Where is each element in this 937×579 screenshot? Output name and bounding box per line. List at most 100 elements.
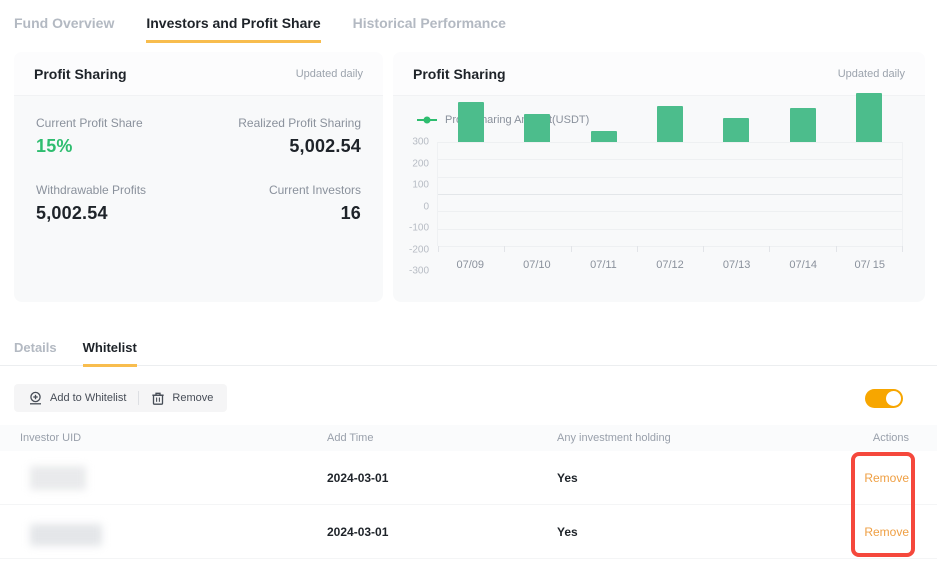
gridline [438,142,902,143]
x-axis-label: 07/10 [504,259,571,271]
gridline [438,229,902,230]
x-axis-tick [703,246,704,252]
add-to-whitelist-label: Add to Whitelist [50,392,126,404]
y-axis-tick-label: -200 [409,244,429,255]
whitelist-toggle[interactable] [865,389,903,408]
x-axis-tick [836,246,837,252]
tab-historical-performance[interactable]: Historical Performance [353,15,506,43]
toolbar-button-group: Add to Whitelist Remove [14,384,227,412]
x-axis-tick [637,246,638,252]
y-axis-tick-label: 0 [423,201,429,212]
stat-value: 5,002.54 [36,203,199,224]
chart-bar [790,108,816,142]
legend-line-dot-icon [417,116,437,124]
x-axis-label: 07/12 [637,259,704,271]
chart-card-title: Profit Sharing [413,66,506,82]
stats-card-header: Profit Sharing Updated daily [14,52,383,96]
chart-bar [524,114,550,142]
chart-yaxis: 3002001000-100-200-300 [403,142,437,271]
whitelist-toolbar: Add to Whitelist Remove [14,384,903,412]
investor-uid-cell [20,518,327,546]
bar-chart: 3002001000-100-200-300 07/0907/1007/1107… [403,142,903,271]
x-axis-tick [504,246,505,252]
stats-card-title: Profit Sharing [34,66,127,82]
redacted-uid [30,524,102,546]
column-header-add-time: Add Time [327,432,557,444]
stats-updated-badge: Updated daily [296,68,363,80]
chart-updated-badge: Updated daily [838,68,905,80]
remove-row-link[interactable]: Remove [851,525,909,539]
stat-current-investors: Current Investors 16 [199,183,362,224]
y-axis-tick-label: 200 [412,158,429,169]
table-header-row: Investor UID Add Time Any investment hol… [0,425,937,451]
stat-withdrawable-profits: Withdrawable Profits 5,002.54 [36,183,199,224]
stat-realized-profit-sharing: Realized Profit Sharing 5,002.54 [199,116,362,157]
chart-plot [437,142,903,246]
add-circle-icon [28,391,43,406]
x-axis-tick [438,246,439,252]
investor-uid-cell [20,466,327,490]
stat-current-profit-share: Current Profit Share 15% [36,116,199,157]
stat-value: 15% [36,136,199,157]
chart-bar [591,131,617,142]
y-axis-tick-label: -100 [409,223,429,234]
x-axis-label: 07/14 [770,259,837,271]
x-axis-label: 07/ 15 [836,259,903,271]
add-to-whitelist-button[interactable]: Add to Whitelist [16,391,138,406]
x-axis-tick [769,246,770,252]
chart-bar [657,106,683,142]
holding-cell: Yes [557,525,851,539]
y-axis-tick-label: -300 [409,266,429,277]
redacted-uid [30,466,86,490]
cards-row: Profit Sharing Updated daily Current Pro… [14,52,925,302]
gridline [438,194,902,195]
toggle-knob [886,391,901,406]
chart-plot-col: 07/0907/1007/1107/1207/1307/1407/ 15 [437,142,903,271]
tab-fund-overview[interactable]: Fund Overview [14,15,114,43]
top-tab-bar: Fund Overview Investors and Profit Share… [0,0,937,43]
stat-label: Current Profit Share [36,116,199,130]
gridline [438,159,902,160]
column-header-holding: Any investment holding [557,432,851,444]
page: { "top_tabs": { "items": [ { "label": "F… [0,0,937,579]
chart-bar [856,93,882,142]
stat-value: 5,002.54 [199,136,362,157]
tab-whitelist[interactable]: Whitelist [83,340,137,367]
chart-bar [458,102,484,142]
y-axis-tick-label: 300 [412,137,429,148]
gridline [438,177,902,178]
table-row: 2024-03-01 Yes Remove [0,505,937,559]
section-tab-bar: Details Whitelist [0,340,937,366]
x-axis-tick [902,246,903,252]
trash-icon [151,391,165,406]
x-axis-label: 07/09 [437,259,504,271]
profit-sharing-stats-card: Profit Sharing Updated daily Current Pro… [14,52,383,302]
stat-label: Realized Profit Sharing [199,116,362,130]
chart-xlabels: 07/0907/1007/1107/1207/1307/1407/ 15 [437,259,903,271]
stat-value: 16 [199,203,362,224]
remove-button-label: Remove [172,392,213,404]
column-header-actions: Actions [851,432,909,444]
tab-investors-profit-share[interactable]: Investors and Profit Share [146,15,320,43]
stat-label: Current Investors [199,183,362,197]
add-time-cell: 2024-03-01 [327,471,557,485]
column-header-investor-uid: Investor UID [20,432,327,444]
add-time-cell: 2024-03-01 [327,525,557,539]
stat-label: Withdrawable Profits [36,183,199,197]
x-axis-tick [571,246,572,252]
gridline [438,211,902,212]
stats-grid: Current Profit Share 15% Realized Profit… [14,96,383,224]
profit-sharing-chart-card: Profit Sharing Updated daily Profit Shar… [393,52,925,302]
table-row: 2024-03-01 Yes Remove [0,451,937,505]
tab-details[interactable]: Details [14,340,57,367]
holding-cell: Yes [557,471,851,485]
remove-row-link[interactable]: Remove [851,471,909,485]
gridline [438,246,902,247]
whitelist-table: Investor UID Add Time Any investment hol… [0,425,937,559]
y-axis-tick-label: 100 [412,180,429,191]
chart-card-header: Profit Sharing Updated daily [393,52,925,96]
chart-bar [723,118,749,142]
remove-button[interactable]: Remove [139,391,225,406]
x-axis-label: 07/11 [570,259,637,271]
x-axis-label: 07/13 [703,259,770,271]
